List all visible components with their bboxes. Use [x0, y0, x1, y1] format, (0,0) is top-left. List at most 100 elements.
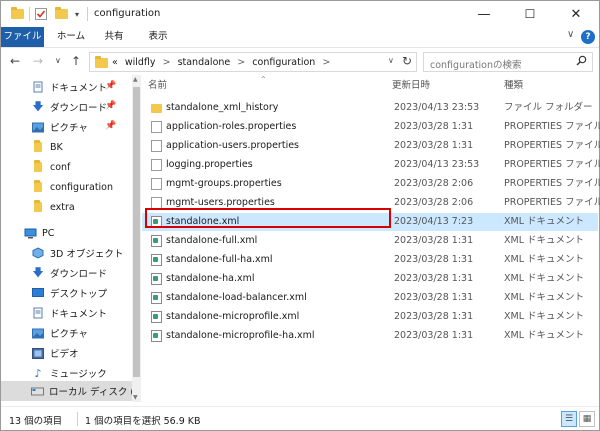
folder-icon: [151, 104, 162, 113]
scroll-down-icon[interactable]: ▼: [133, 394, 138, 401]
scrollbar-thumb[interactable]: [133, 87, 140, 377]
breadcrumb-configuration[interactable]: configuration: [252, 57, 315, 68]
file-name: logging.properties: [166, 159, 253, 170]
breadcrumb-standalone[interactable]: standalone: [178, 57, 231, 68]
file-type: PROPERTIES ファイル: [504, 197, 600, 208]
xml-file-icon: [151, 330, 162, 342]
file-row[interactable]: standalone-microprofile.xml 2023/03/28 1:…: [142, 308, 598, 326]
minimize-button[interactable]: —: [461, 1, 507, 27]
file-icon: [151, 121, 162, 133]
file-name: standalone-full-ha.xml: [166, 254, 273, 265]
back-button[interactable]: ←: [10, 54, 20, 68]
app-folder-icon[interactable]: [9, 6, 25, 22]
xml-file-icon: [151, 311, 162, 323]
nav-item-extra[interactable]: extra: [1, 197, 132, 217]
forward-button[interactable]: →: [33, 54, 43, 68]
file-date: 2023/03/28 1:31: [394, 311, 474, 322]
file-row[interactable]: application-roles.properties 2023/03/28 1…: [142, 118, 600, 136]
nav-item-music[interactable]: ♪ ミュージック: [1, 363, 132, 383]
refresh-icon[interactable]: ↻: [402, 54, 412, 68]
scroll-up-icon[interactable]: ▲: [133, 76, 138, 83]
nav-item-bk[interactable]: BK: [1, 137, 132, 157]
nav-item-conf[interactable]: conf: [1, 157, 132, 177]
file-row[interactable]: standalone_xml_history 2023/04/13 23:53 ファ…: [142, 99, 598, 117]
details-view-button[interactable]: ☰: [561, 411, 577, 427]
ribbon-tabs: ファイル ホーム 共有 表示 ∨ ?: [1, 27, 599, 47]
file-row[interactable]: standalone-full-ha.xml 2023/03/28 1:31 XML…: [142, 251, 598, 269]
breadcrumb-overflow[interactable]: «: [112, 57, 118, 68]
properties-check-icon[interactable]: [33, 6, 49, 22]
nav-item-label: PC: [42, 227, 55, 239]
download-icon: 🡇: [32, 265, 44, 279]
file-name: standalone_xml_history: [166, 102, 279, 113]
ribbon-expand-icon[interactable]: ∨: [567, 29, 574, 40]
column-header-type[interactable]: 種類: [504, 75, 523, 97]
selection-info: 1 個の項目を選択 56.9 KB: [85, 416, 201, 427]
music-icon: ♪: [34, 366, 42, 380]
column-header-name[interactable]: 名前: [148, 75, 167, 97]
nav-item-label: ドキュメント: [50, 309, 108, 320]
nav-item-3d-objects[interactable]: 3D オブジェクト: [1, 243, 132, 263]
folder-icon: [31, 160, 45, 173]
title-bar: ▾ configuration — ☐ ✕: [1, 1, 599, 27]
pin-icon: 📌: [105, 121, 117, 131]
file-row[interactable]: logging.properties 2023/04/13 23:53 PROPER…: [142, 156, 600, 174]
nav-item-pictures[interactable]: ピクチャ 📌: [1, 117, 132, 137]
sort-caret-icon: ⌃: [260, 75, 267, 84]
file-type: XML ドキュメント: [504, 273, 585, 284]
nav-item-downloads-pc[interactable]: 🡇 ダウンロード: [1, 263, 132, 283]
xml-file-icon: [151, 292, 162, 304]
download-icon: 🡇: [32, 99, 44, 113]
nav-pane-scrollbar[interactable]: ▲ ▼: [132, 75, 141, 402]
up-button[interactable]: ↑: [71, 54, 81, 68]
new-folder-icon[interactable]: [53, 6, 69, 22]
nav-item-configuration[interactable]: configuration: [1, 177, 132, 197]
folder-icon: [31, 180, 45, 193]
breadcrumb-separator: >: [237, 57, 246, 68]
maximize-button[interactable]: ☐: [507, 1, 553, 27]
large-icons-view-button[interactable]: ▦: [579, 411, 595, 427]
file-date: 2023/03/28 1:31: [394, 235, 474, 246]
tab-file[interactable]: ファイル: [1, 27, 44, 47]
search-box[interactable]: configurationの検索: [423, 52, 593, 72]
tab-home[interactable]: ホーム: [54, 27, 88, 47]
breadcrumb-wildfly[interactable]: wildfly: [125, 57, 156, 68]
desktop-icon: [31, 287, 45, 299]
status-bar: 13 個の項目 1 個の項目を選択 56.9 KB ☰ ▦: [1, 406, 599, 430]
nav-item-pictures-pc[interactable]: ピクチャ: [1, 323, 132, 343]
file-row[interactable]: standalone-ha.xml 2023/03/28 1:31 XML ドキュメ…: [142, 270, 598, 288]
file-type: XML ドキュメント: [504, 235, 585, 246]
column-header-date[interactable]: 更新日時: [392, 75, 430, 97]
quick-access-dropdown-icon[interactable]: ▾: [71, 6, 83, 22]
nav-item-documents[interactable]: ドキュメント 📌: [1, 77, 132, 97]
close-button[interactable]: ✕: [553, 1, 599, 27]
file-row[interactable]: mgmt-groups.properties 2023/03/28 2:06 PRO…: [142, 175, 600, 193]
file-row[interactable]: standalone-full.xml 2023/03/28 1:31 XML ドキ…: [142, 232, 598, 250]
xml-file-icon: [151, 235, 162, 247]
help-icon[interactable]: ?: [581, 30, 595, 44]
breadcrumb: « wildfly > standalone > configuration >: [112, 57, 334, 68]
nav-item-local-disk[interactable]: ローカル ディスク (C: [1, 381, 132, 401]
breadcrumb-separator: >: [322, 57, 331, 68]
file-row[interactable]: standalone-load-balancer.xml 2023/03/28 1…: [142, 289, 598, 307]
file-row[interactable]: application-users.properties 2023/03/28 1…: [142, 137, 600, 155]
file-row[interactable]: standalone-microprofile-ha.xml 2023/03/28…: [142, 327, 598, 345]
nav-item-videos[interactable]: ビデオ: [1, 343, 132, 363]
file-date: 2023/03/28 1:31: [394, 254, 474, 265]
nav-item-downloads[interactable]: 🡇 ダウンロード 📌: [1, 97, 132, 117]
tab-view[interactable]: 表示: [141, 27, 175, 47]
search-input[interactable]: configurationの検索: [430, 57, 522, 71]
nav-item-documents-pc[interactable]: ドキュメント: [1, 303, 132, 323]
address-bar[interactable]: « wildfly > standalone > configuration >…: [89, 52, 417, 72]
tab-share[interactable]: 共有: [97, 27, 131, 47]
file-icon: [151, 159, 162, 171]
pc-icon: [23, 227, 37, 239]
file-date: 2023/04/13 7:23: [394, 216, 474, 227]
pin-icon: 📌: [105, 101, 117, 111]
recent-locations-button[interactable]: ∨: [55, 56, 61, 65]
address-dropdown-icon[interactable]: ∨: [388, 56, 394, 65]
nav-item-desktop[interactable]: デスクトップ: [1, 283, 132, 303]
nav-item-pc[interactable]: PC: [1, 223, 132, 243]
search-icon[interactable]: [576, 55, 587, 69]
nav-item-label: conf: [50, 161, 71, 173]
